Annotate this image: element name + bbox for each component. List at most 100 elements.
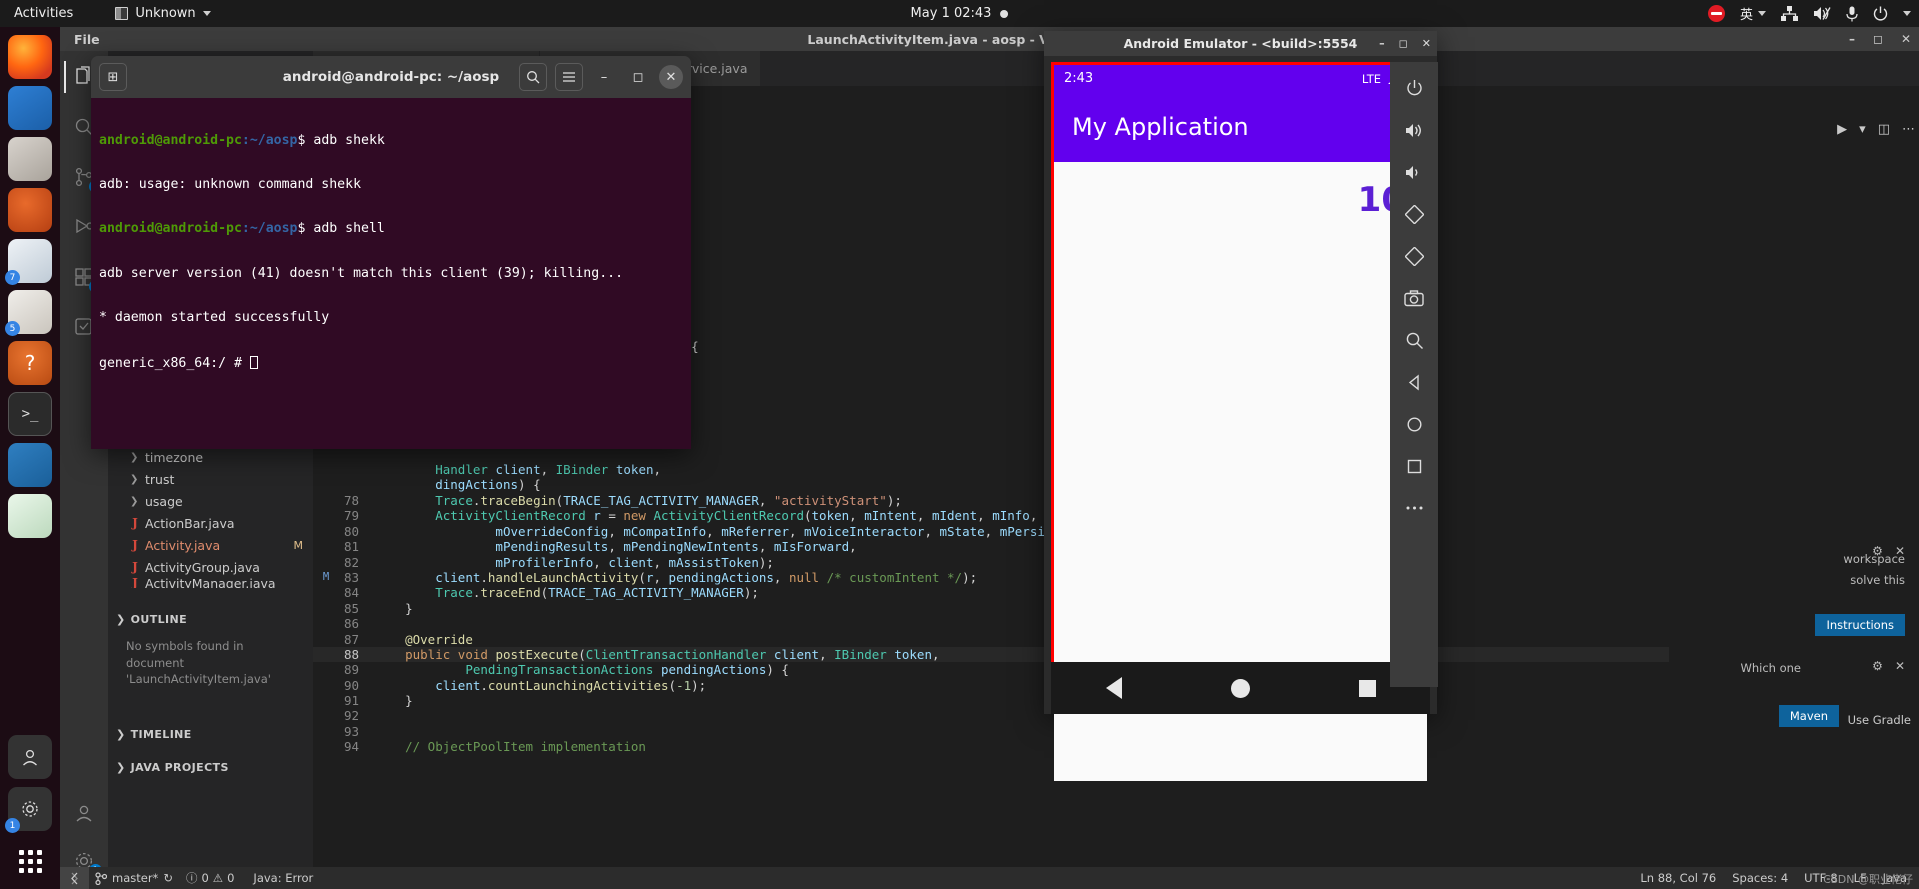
hamburger-menu-icon[interactable] — [555, 63, 583, 91]
more-icon[interactable] — [1399, 494, 1429, 522]
volume-down-icon[interactable] — [1399, 158, 1429, 186]
ime-switcher[interactable]: 英 — [1740, 4, 1766, 23]
screen-root: Activities Unknown May 1 02:43 英 7 5 ? >… — [0, 0, 1919, 889]
tree-label: trust — [145, 471, 175, 487]
close-button[interactable]: ✕ — [1901, 32, 1911, 46]
chevron-down-icon[interactable]: ▾ — [1859, 122, 1866, 137]
sync-icon[interactable]: ↻ — [163, 871, 173, 885]
new-tab-button[interactable]: ⊞ — [99, 63, 127, 91]
tree-folder-usage[interactable]: ❯ usage — [108, 490, 313, 512]
close-icon[interactable]: ✕ — [1895, 544, 1905, 558]
zoom-icon[interactable] — [1399, 326, 1429, 354]
more-actions-icon[interactable]: ⋯ — [1902, 122, 1915, 137]
chevron-down-icon[interactable] — [1903, 11, 1911, 16]
remote-indicator[interactable] — [60, 867, 89, 889]
chevron-right-icon: ❯ — [130, 495, 139, 507]
use-gradle-button[interactable]: Use Gradle — [1848, 709, 1911, 728]
dock-badge: 1 — [5, 818, 20, 833]
indentation-setting[interactable]: Spaces: 4 — [1732, 871, 1788, 885]
camera-icon[interactable] — [1399, 284, 1429, 312]
show-applications-button[interactable] — [8, 839, 52, 883]
dock-item-user[interactable] — [8, 735, 52, 779]
clock-button[interactable]: May 1 02:43 — [911, 6, 1009, 21]
tree-file-actionbar[interactable]: J ActionBar.java — [108, 512, 313, 534]
dock-item-libreoffice-writer[interactable]: 7 — [5, 239, 52, 285]
back-button-icon[interactable] — [1105, 677, 1122, 699]
terminal-window-controls: – ◻ ✕ — [519, 63, 683, 91]
chevron-down-icon — [1758, 11, 1766, 16]
emulator-screen[interactable]: 2:43 LTE My Application 10 — [1051, 62, 1430, 781]
overview-icon[interactable] — [1399, 452, 1429, 480]
chevron-down-icon — [202, 11, 211, 16]
dock-item-vscode[interactable] — [8, 443, 52, 487]
power-icon[interactable] — [1873, 6, 1888, 21]
search-icon[interactable] — [519, 63, 547, 91]
home-icon[interactable] — [1399, 410, 1429, 438]
gear-icon[interactable]: ⚙ — [1872, 659, 1883, 673]
tree-folder-timezone[interactable]: ❯ timezone — [108, 446, 313, 468]
volume-up-icon[interactable] — [1399, 116, 1429, 144]
close-icon[interactable]: ✕ — [1895, 659, 1905, 673]
close-button[interactable]: ✕ — [1422, 37, 1431, 50]
maximize-button[interactable]: ◻ — [1399, 37, 1408, 50]
split-editor-icon[interactable]: ◫ — [1878, 122, 1890, 137]
tree-file-activity[interactable]: J Activity.java M — [108, 534, 313, 556]
minimize-button[interactable]: – — [591, 63, 617, 91]
active-app-label: Unknown — [135, 6, 196, 21]
dock-item-rhythmbox[interactable] — [8, 188, 52, 232]
menu-item-file[interactable]: File — [74, 32, 100, 47]
vscode-menubar[interactable]: File — [66, 27, 100, 51]
do-not-disturb-icon[interactable] — [1707, 5, 1725, 22]
java-projects-section[interactable]: ❯ JAVA PROJECTS — [108, 756, 313, 778]
dock-item-android-studio[interactable] — [8, 494, 52, 538]
close-button[interactable]: ✕ — [659, 65, 683, 89]
dock-item-firefox[interactable] — [8, 35, 52, 79]
active-app-menu[interactable]: Unknown — [115, 6, 211, 21]
activities-button[interactable]: Activities — [0, 0, 87, 27]
recents-button-icon[interactable] — [1358, 679, 1376, 697]
timeline-section[interactable]: ❯ TIMELINE — [108, 723, 313, 745]
terminal-command: $ adb shekk — [297, 132, 385, 148]
gear-icon[interactable]: ⚙ — [1872, 544, 1883, 558]
java-projects-header[interactable]: ❯ JAVA PROJECTS — [108, 756, 313, 778]
network-icon[interactable] — [1781, 6, 1798, 21]
cursor-position[interactable]: Ln 88, Col 76 — [1640, 871, 1716, 885]
dock-item-software[interactable]: 5 — [5, 290, 52, 336]
java-task-status[interactable]: Java: Error — [247, 871, 313, 885]
rotate-right-icon[interactable] — [1399, 242, 1429, 270]
dock-item-files[interactable] — [8, 137, 52, 181]
dock-item-thunderbird[interactable] — [8, 86, 52, 130]
power-icon[interactable] — [1399, 74, 1429, 102]
back-icon[interactable] — [1399, 368, 1429, 396]
tree-folder-trust[interactable]: ❯ trust — [108, 468, 313, 490]
dock-item-settings[interactable]: 1 — [5, 787, 52, 833]
branch-name: master* — [112, 871, 159, 885]
minimize-button[interactable]: – — [1379, 37, 1385, 50]
tree-file-activitygroup[interactable]: J ActivityGroup.java — [108, 556, 313, 578]
tree-file-activitymanager[interactable]: J ActivityManager.java — [108, 578, 313, 588]
line-number: 88 — [343, 646, 359, 662]
line-number: 78 — [343, 493, 359, 508]
terminal-output[interactable]: android@android-pc:~/aosp$ adb shekk adb… — [91, 98, 691, 449]
problems-status[interactable]: ⓘ 0 ⚠ 0 — [186, 870, 234, 886]
microphone-icon[interactable] — [1846, 6, 1858, 22]
dock-item-terminal[interactable]: >_ — [8, 392, 52, 436]
dock-item-help[interactable]: ? — [8, 341, 52, 385]
line-number: 86 — [343, 616, 359, 632]
run-button[interactable]: ▶ — [1837, 122, 1847, 137]
tree-label: timezone — [145, 449, 204, 465]
volume-muted-icon[interactable] — [1813, 6, 1831, 21]
maximize-button[interactable]: ◻ — [1873, 32, 1883, 46]
activity-account-icon[interactable] — [64, 795, 104, 831]
outline-header[interactable]: ❯ OUTLINE — [108, 608, 313, 630]
section-label: TIMELINE — [130, 727, 192, 741]
home-button-icon[interactable] — [1230, 678, 1250, 698]
rotate-left-icon[interactable] — [1399, 200, 1429, 228]
minimize-button[interactable]: – — [1849, 32, 1855, 46]
instructions-button[interactable]: Instructions — [1815, 614, 1905, 636]
branch-status[interactable]: master* ↻ — [95, 871, 173, 885]
maximize-button[interactable]: ◻ — [625, 63, 651, 91]
timeline-header[interactable]: ❯ TIMELINE — [108, 723, 313, 745]
maven-button[interactable]: Maven — [1778, 705, 1839, 727]
error-icon: ⓘ — [185, 871, 198, 885]
